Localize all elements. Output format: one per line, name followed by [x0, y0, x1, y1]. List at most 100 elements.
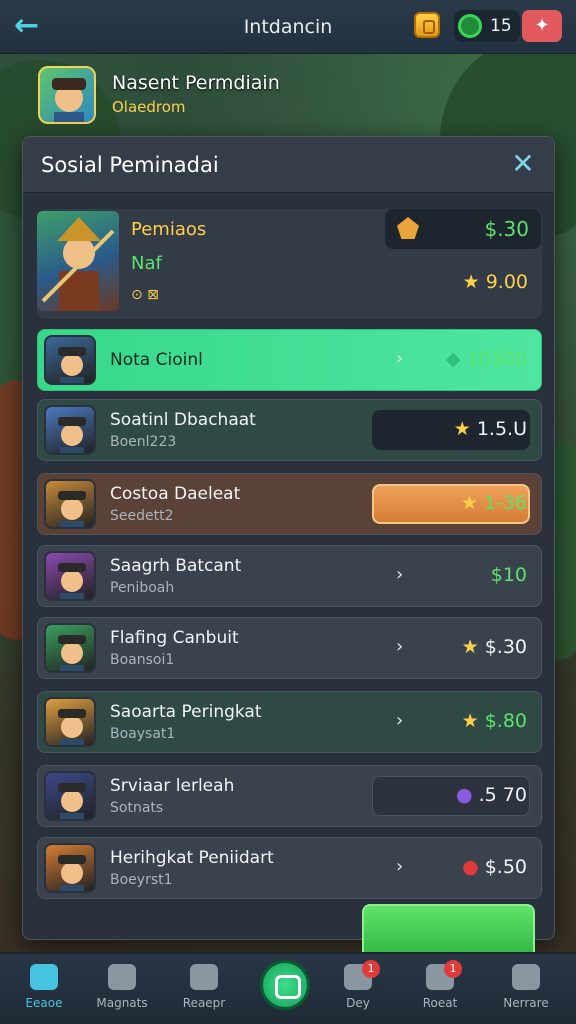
gem-counter[interactable]: 15: [454, 10, 520, 42]
row-name: Saoarta Peringkat: [110, 702, 262, 722]
row-sub: Boenl223: [110, 434, 177, 450]
list-item[interactable]: Costoa DaeleatSeedett2›★1-36: [37, 473, 542, 535]
avatar: [38, 66, 96, 124]
avatar: [44, 479, 96, 529]
chevron-right-icon: ›: [396, 710, 404, 731]
row-value: ★ $.80: [462, 710, 527, 732]
row-value: ★ 1.5.U: [454, 418, 527, 440]
row-name: Srviaar lerleah: [110, 776, 235, 796]
nav-label: Eeaoe: [25, 996, 63, 1010]
notification-badge: 1: [444, 960, 462, 978]
star-icon: ◆: [445, 348, 461, 370]
modal-header: Sosial Peminadai ✕: [23, 137, 554, 193]
list-item[interactable]: Flafing Canbuit Boansoi1 › ★ $.30: [37, 617, 542, 679]
row-name: Saagrh Batcant: [110, 556, 242, 576]
star-icon: ★: [453, 418, 471, 440]
nav-icon: [30, 964, 58, 990]
nav-item-roeat[interactable]: Roeat 1: [404, 960, 476, 1020]
avatar: [44, 623, 96, 673]
nav-item-dey[interactable]: Dey 1: [322, 960, 394, 1020]
row-value-text: $.80: [484, 710, 527, 732]
row-value-text: $.30: [484, 636, 527, 658]
nav-icon: [512, 964, 540, 990]
row-name: Soatinl Dbachaat: [110, 410, 256, 430]
profile-card[interactable]: Nasent Permdiain Olaedrom: [38, 66, 538, 128]
star-icon: ★: [461, 710, 479, 732]
crown-icon: [397, 217, 419, 239]
top-bar: ← Intdancin 15 ✦: [0, 0, 576, 54]
list-item[interactable]: Srviaar lerleahSotnats›●.5 70: [37, 765, 542, 827]
nav-item-reaepr[interactable]: Reaepr: [168, 964, 240, 1020]
featured-avatar: [37, 211, 119, 311]
gem-count: 15: [490, 16, 512, 36]
social-modal: Sosial Peminadai ✕ Pemiaos Naf ⊙ ⊠ $.30 …: [22, 136, 555, 940]
list-item[interactable]: Saagrh Batcant Peniboah › $10: [37, 545, 542, 607]
profile-sub: Olaedrom: [112, 98, 186, 116]
list-item[interactable]: Soatinl DbachaatBoenl223›★1.5.U: [37, 399, 542, 461]
list-item[interactable]: Nota Cioinl › ◆ 10300: [37, 329, 542, 391]
row-value-text: .5 70: [478, 784, 527, 806]
nav-icon: [108, 964, 136, 990]
featured-sub: Naf: [131, 253, 162, 274]
list-item[interactable]: Herihgkat Peniidart Boeyrst1 › ● $.50: [37, 837, 542, 899]
row-value-text: 1-36: [483, 492, 527, 514]
row-name: Flafing Canbuit: [110, 628, 239, 648]
featured-rating: ★ 9.00: [463, 271, 528, 293]
row-name: Nota Cioinl: [110, 350, 203, 370]
star-icon: ★: [462, 271, 480, 293]
home-center-button[interactable]: [260, 960, 310, 1010]
close-icon[interactable]: ✕: [508, 149, 538, 179]
avatar: [44, 335, 96, 385]
featured-tag: ⊙ ⊠: [131, 287, 159, 303]
modal-title: Sosial Peminadai: [41, 153, 219, 177]
row-name: Herihgkat Peniidart: [110, 848, 274, 868]
claim-button[interactable]: [362, 904, 535, 956]
profile-name: Nasent Permdiain: [112, 72, 280, 94]
gem-icon: [458, 14, 482, 38]
star-icon: ★: [460, 492, 478, 514]
row-value: ★ $.30: [462, 636, 527, 658]
avatar: [44, 551, 96, 601]
row-value-text: 1.5.U: [476, 418, 527, 440]
nav-item-magnats[interactable]: Magnats: [86, 964, 158, 1020]
row-value: ● .5 70: [456, 784, 527, 806]
avatar: [44, 771, 96, 821]
row-value: ★ 1-36: [461, 492, 527, 514]
featured-price-box[interactable]: $.30: [385, 209, 541, 249]
avatar: [44, 843, 96, 893]
nav-item-nerrare[interactable]: Nerrare: [490, 964, 562, 1020]
nav-label: Magnats: [96, 996, 148, 1010]
row-value-text: $10: [490, 564, 527, 586]
notification-badge: 1: [362, 960, 380, 978]
list-item[interactable]: Saoarta Peringkat Boaysat1 › ★ $.80: [37, 691, 542, 753]
row-sub: Sotnats: [110, 800, 164, 816]
nav-icon: [190, 964, 218, 990]
row-sub: Boaysat1: [110, 726, 176, 742]
nav-label: Reaepr: [182, 996, 226, 1010]
row-sub: Boansoi1: [110, 652, 175, 668]
row-sub: Seedett2: [110, 508, 174, 524]
token-icon: ●: [456, 784, 473, 806]
friends-button[interactable]: ✦: [522, 10, 562, 42]
row-name: Costoa Daeleat: [110, 484, 241, 504]
nav-item-eeaoe[interactable]: Eeaoe: [8, 964, 80, 1020]
avatar: [44, 697, 96, 747]
row-value: ◆ 10300: [446, 348, 527, 370]
coin-icon[interactable]: [414, 12, 440, 38]
nav-label: Dey: [346, 996, 370, 1010]
chevron-right-icon: ›: [396, 564, 404, 585]
token-icon: ●: [462, 856, 479, 878]
row-value: $10: [491, 564, 527, 586]
row-sub: Peniboah: [110, 580, 175, 596]
row-sub: Boeyrst1: [110, 872, 173, 888]
chevron-right-icon: ›: [396, 856, 404, 877]
nav-label: Nerrare: [503, 996, 549, 1010]
nav-label: Roeat: [422, 996, 458, 1010]
chevron-right-icon: ›: [396, 636, 404, 657]
featured-price: $.30: [484, 217, 529, 241]
avatar: [44, 405, 96, 455]
star-icon: ★: [461, 636, 479, 658]
row-value-text: $.50: [484, 856, 527, 878]
featured-title: Pemiaos: [131, 219, 207, 240]
featured-card[interactable]: Pemiaos Naf ⊙ ⊠ $.30 ★ 9.00: [37, 209, 542, 319]
